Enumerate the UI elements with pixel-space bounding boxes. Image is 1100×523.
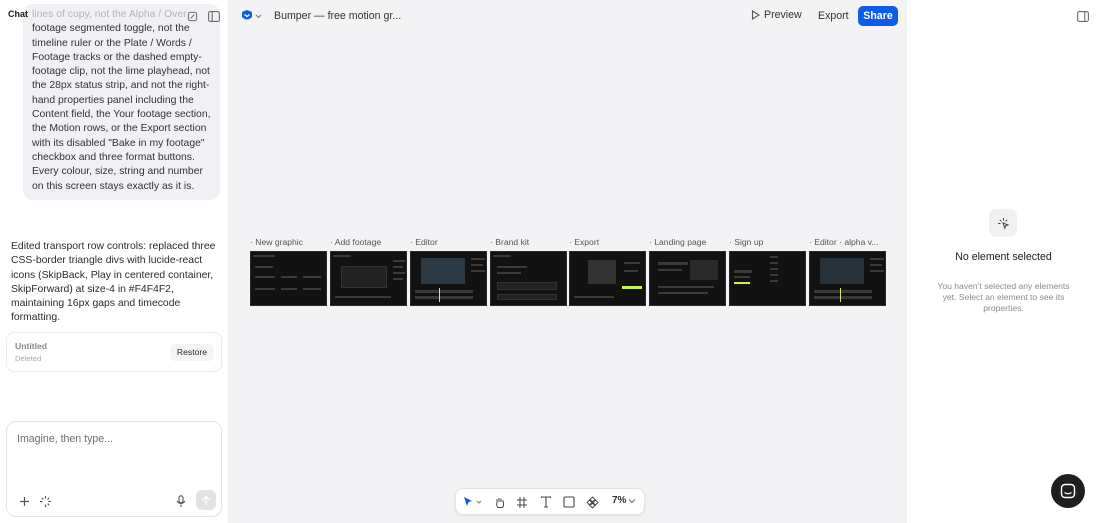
frame-add-footage[interactable]: · Add footage: [330, 237, 407, 307]
arrow-up-icon: [202, 495, 210, 505]
microphone-icon[interactable]: [173, 493, 189, 509]
frame-label: · Export: [569, 237, 600, 247]
new-chat-icon[interactable]: [185, 9, 199, 23]
chat-title: Chat: [8, 9, 28, 19]
zoom-value: 7%: [612, 495, 627, 506]
restore-button[interactable]: Restore: [169, 344, 214, 361]
design-canvas[interactable]: Bumper — free motion gr... Preview Expor…: [229, 0, 907, 523]
select-element-icon: [989, 209, 1017, 237]
version-name: Untitled: [15, 341, 47, 351]
frame-label: · Landing page: [649, 237, 707, 247]
plus-icon[interactable]: [16, 493, 32, 509]
canvas-toolbar: 7%: [455, 488, 645, 515]
prompt-input[interactable]: [7, 422, 221, 482]
frame-label: · Editor: [410, 237, 438, 247]
chevron-down-icon: [629, 498, 636, 503]
hand-tool-icon[interactable]: [492, 494, 508, 510]
frame-thumbnail: [250, 251, 327, 306]
frames-row: · New graphic · Add footage · Editor · B…: [250, 237, 890, 307]
components-tool-icon[interactable]: [584, 494, 600, 510]
empty-state-description: You haven't selected any elements yet. S…: [937, 281, 1070, 313]
frame-label: · Brand kit: [490, 237, 530, 247]
text-tool-icon[interactable]: [538, 494, 554, 510]
frame-label: · Sign up: [729, 237, 764, 247]
app-logo-menu[interactable]: [240, 8, 264, 24]
version-card: Untitled Deleted Restore: [6, 332, 222, 372]
sidebar-toggle-icon[interactable]: [1076, 9, 1090, 23]
frame-thumbnail: [729, 251, 806, 306]
chat-panel: lines of copy, not the Alpha / Over foot…: [0, 0, 229, 523]
export-button[interactable]: Export: [818, 10, 849, 22]
zoom-dropdown[interactable]: 7%: [612, 495, 636, 506]
project-title[interactable]: Bumper — free motion gr...: [274, 10, 401, 22]
share-button[interactable]: Share: [858, 6, 898, 26]
assistant-message: Edited transport row controls: replaced …: [11, 241, 216, 324]
frame-new-graphic[interactable]: · New graphic: [250, 237, 327, 307]
pointer-tool-icon[interactable]: [461, 494, 485, 510]
select-element-icon[interactable]: [37, 493, 53, 509]
frame-thumbnail: [330, 251, 407, 306]
frame-thumbnail: [809, 251, 886, 306]
frame-brand-kit[interactable]: · Brand kit: [490, 237, 567, 307]
message-icon: [1060, 483, 1076, 499]
help-chat-button[interactable]: [1051, 474, 1085, 508]
frame-label: · Editor · alpha v...: [809, 237, 879, 247]
play-icon: [751, 10, 760, 20]
frame-thumbnail: [569, 251, 646, 306]
version-status: Deleted: [15, 354, 42, 363]
rectangle-tool-icon[interactable]: [561, 494, 577, 510]
preview-button[interactable]: Preview: [751, 9, 802, 21]
user-message-text: footage segmented toggle, not the timeli…: [32, 23, 211, 192]
chat-messages[interactable]: lines of copy, not the Alpha / Over foot…: [0, 0, 229, 380]
frame-label: · New graphic: [250, 237, 304, 247]
send-button[interactable]: [196, 490, 216, 510]
frame-editor-alpha[interactable]: · Editor · alpha v...: [809, 237, 886, 307]
frame-thumbnail: [649, 251, 726, 306]
user-message: lines of copy, not the Alpha / Over foot…: [23, 4, 220, 200]
empty-state-title: No element selected: [955, 251, 1052, 263]
frame-thumbnail: [490, 251, 567, 306]
chat-header: Chat: [0, 0, 229, 30]
frame-export[interactable]: · Export: [569, 237, 646, 307]
frame-tool-icon[interactable]: [514, 494, 530, 510]
frame-landing-page[interactable]: · Landing page: [649, 237, 726, 307]
properties-panel: No element selected You haven't selected…: [907, 0, 1100, 523]
preview-label: Preview: [764, 9, 802, 21]
frame-editor[interactable]: · Editor: [410, 237, 487, 307]
frame-label: · Add footage: [330, 237, 382, 247]
chat-composer: [6, 421, 222, 517]
frame-sign-up[interactable]: · Sign up: [729, 237, 806, 307]
canvas-topbar: Bumper — free motion gr... Preview Expor…: [229, 0, 907, 32]
frame-thumbnail: [410, 251, 487, 306]
sidebar-toggle-icon[interactable]: [207, 9, 221, 23]
